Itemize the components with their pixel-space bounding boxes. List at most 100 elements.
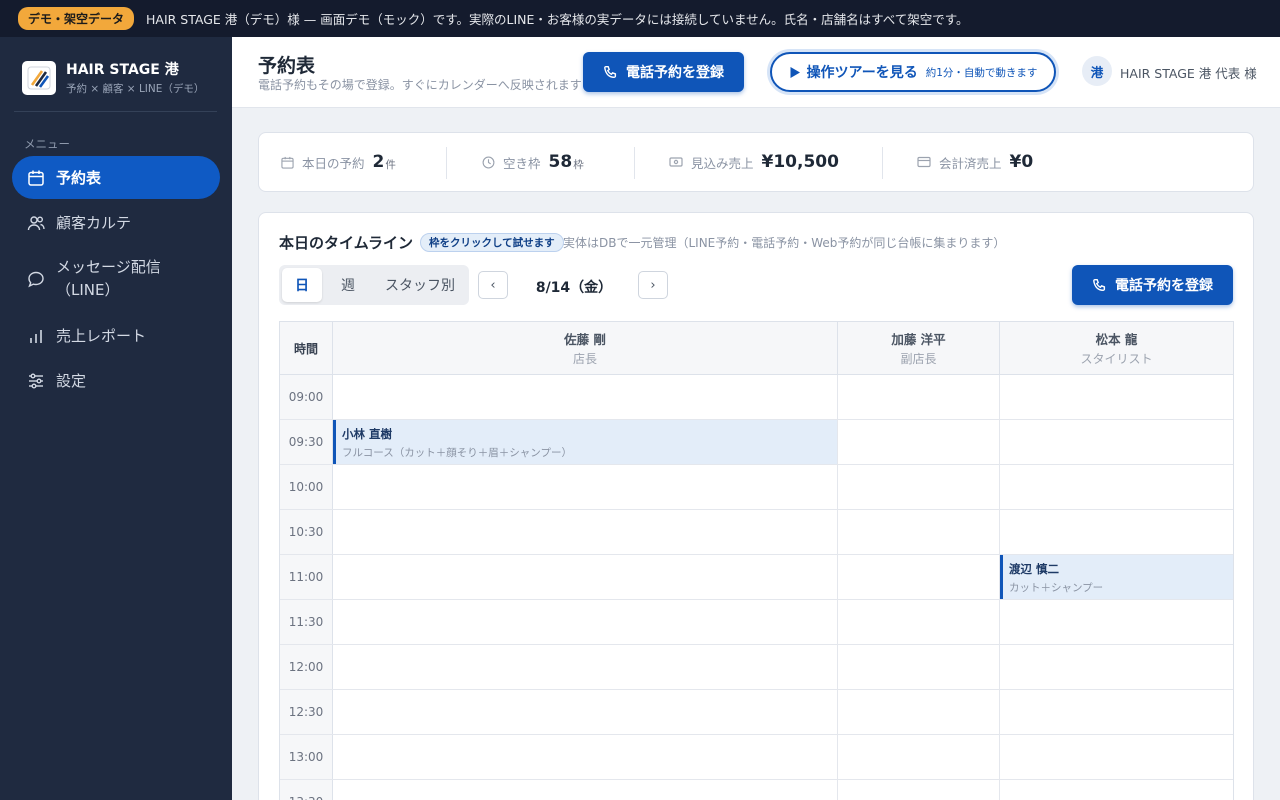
operation-tour-note: 約1分・自動で動きます [925,66,1038,79]
sidebar: HAIR STAGE 港 予約 × 顧客 × LINE（デモ） メニュー 予約表… [0,37,232,800]
time-slot[interactable] [1000,510,1233,554]
appointment-customer: 小林 直樹 [342,427,393,441]
stat-unit: 件 [385,159,396,171]
view-week-button[interactable]: 週 [322,268,374,302]
stat-unit: 枠 [573,159,584,171]
stat-label: 空き枠 [503,155,541,171]
sidebar-item-label: 設定 [56,372,87,390]
calendar-icon [280,155,294,169]
time-column-header: 時間 [280,322,333,374]
time-slot[interactable] [1000,690,1233,734]
appointment-menu: カット＋シャンプー [1009,582,1104,594]
time-label: 13:30 [280,780,333,800]
time-slot[interactable] [838,645,1000,689]
stat-divider [882,147,883,179]
stat-label: 見込み売上 [691,155,754,171]
stat-value: ¥0 [1009,152,1034,172]
time-slot[interactable] [333,690,838,734]
timeline-row: 09:30 小林 直樹 フルコース（カット＋顔そり＋眉＋シャンプー） [280,420,1233,465]
chat-bubble-icon [26,269,46,289]
time-slot[interactable] [1000,780,1233,800]
time-slot[interactable] [1000,645,1233,689]
timeline-grid: 時間 佐藤 剛 店長 加藤 洋平 副店長 松本 龍 スタイリスト 09:00 09… [279,321,1234,800]
sidebar-item-reservations[interactable]: 予約表 [12,156,220,199]
register-phone-reservation-label: 電話予約を登録 [626,64,724,80]
staff-role: スタイリスト [1080,352,1153,366]
time-slot[interactable] [838,600,1000,644]
view-day-button[interactable]: 日 [282,268,322,302]
timeline-row: 13:30 [280,780,1233,800]
time-slot[interactable] [838,420,1000,464]
time-slot[interactable] [1000,375,1233,419]
time-slot[interactable] [1000,600,1233,644]
time-label: 13:00 [280,735,333,779]
time-slot[interactable] [333,735,838,779]
clock-icon [481,155,495,169]
demo-banner: デモ・架空データ HAIR STAGE 港（デモ）様 — 画面デモ（モック）です… [0,0,1280,37]
time-slot[interactable] [333,600,838,644]
timeline-row: 13:00 [280,735,1233,780]
time-slot[interactable] [1000,420,1233,464]
time-slot[interactable]: 渡辺 慎二カット＋シャンプー [1000,555,1233,599]
timeline-body: 09:00 09:30 小林 直樹 フルコース（カット＋顔そり＋眉＋シャンプー） 10:… [280,375,1233,800]
prev-day-button[interactable]: ‹ [478,271,508,299]
brand: HAIR STAGE 港 予約 × 顧客 × LINE（デモ） [22,59,204,96]
page-subtitle: 電話予約もその場で登録。すぐにカレンダーへ反映されます [258,78,582,92]
time-slot[interactable] [838,780,1000,800]
time-slot[interactable] [838,375,1000,419]
stat-divider [446,147,447,179]
register-phone-reservation-button[interactable]: 電話予約を登録 [1072,265,1233,305]
time-slot[interactable] [333,780,838,800]
timeline-card: 本日のタイムライン 枠をクリックして試せます 実体はDBで一元管理（LINE予約… [258,212,1254,800]
sidebar-item-label: 売上レポート [56,327,147,345]
appointment-block[interactable]: 渡辺 慎二カット＋シャンプー [1000,555,1233,599]
staff-name: 佐藤 剛 [564,332,606,347]
appointment-customer: 渡辺 慎二 [1009,562,1060,576]
calendar-icon [26,168,46,188]
time-slot[interactable] [333,555,838,599]
time-slot[interactable] [333,375,838,419]
operation-tour-button[interactable]: 操作ツアーを見る 約1分・自動で動きます [770,52,1056,92]
time-slot[interactable] [838,555,1000,599]
avatar[interactable]: 港 [1082,56,1112,86]
stat-paid-sales: 会計済売上 ¥0 [917,133,1033,191]
time-slot[interactable] [333,645,838,689]
sidebar-item-sales-report[interactable]: 売上レポート [12,314,220,357]
users-icon [26,213,46,233]
time-label: 12:30 [280,690,333,734]
sidebar-item-settings[interactable]: 設定 [12,359,220,402]
time-slot[interactable] [838,690,1000,734]
next-day-button[interactable]: › [638,271,668,299]
time-slot[interactable] [1000,465,1233,509]
brand-subtitle: 予約 × 顧客 × LINE（デモ） [66,83,205,95]
sidebar-item-customers[interactable]: 顧客カルテ [12,201,220,244]
time-slot[interactable] [1000,735,1233,779]
appointment-block[interactable]: 小林 直樹フルコース（カット＋顔そり＋眉＋シャンプー） [333,420,837,464]
time-slot[interactable] [838,465,1000,509]
timeline-row: 12:30 [280,690,1233,735]
stat-today-reservations: 本日の予約 2 件 [280,133,396,191]
staff-column-header: 加藤 洋平 副店長 [838,322,1000,374]
stat-open-slots: 空き枠 58 枠 [481,133,584,191]
current-date: 8/14（金） [535,280,613,296]
register-phone-reservation-button[interactable]: 電話予約を登録 [583,52,744,92]
phone-icon [1092,278,1107,293]
stat-value: 58 [548,152,573,172]
time-label: 09:00 [280,375,333,419]
time-slot[interactable] [333,510,838,554]
timeline-row: 11:30 [280,600,1233,645]
timeline-row: 10:00 [280,465,1233,510]
time-slot[interactable] [333,465,838,509]
time-slot[interactable]: 小林 直樹フルコース（カット＋顔そり＋眉＋シャンプー） [333,420,838,464]
appointment-menu: フルコース（カット＋顔そり＋眉＋シャンプー） [342,447,572,459]
page-header: 予約表 電話予約もその場で登録。すぐにカレンダーへ反映されます 電話予約を登録 … [232,37,1280,108]
stat-label: 本日の予約 [302,155,365,171]
time-label: 10:00 [280,465,333,509]
sidebar-item-line-messages[interactable]: メッセージ配信（LINE） [12,246,220,312]
time-slot[interactable] [838,735,1000,779]
view-staff-button[interactable]: スタッフ別 [374,268,466,302]
time-slot[interactable] [838,510,1000,554]
bar-chart-icon [26,326,46,346]
time-label: 09:30 [280,420,333,464]
stat-label: 会計済売上 [939,155,1002,171]
